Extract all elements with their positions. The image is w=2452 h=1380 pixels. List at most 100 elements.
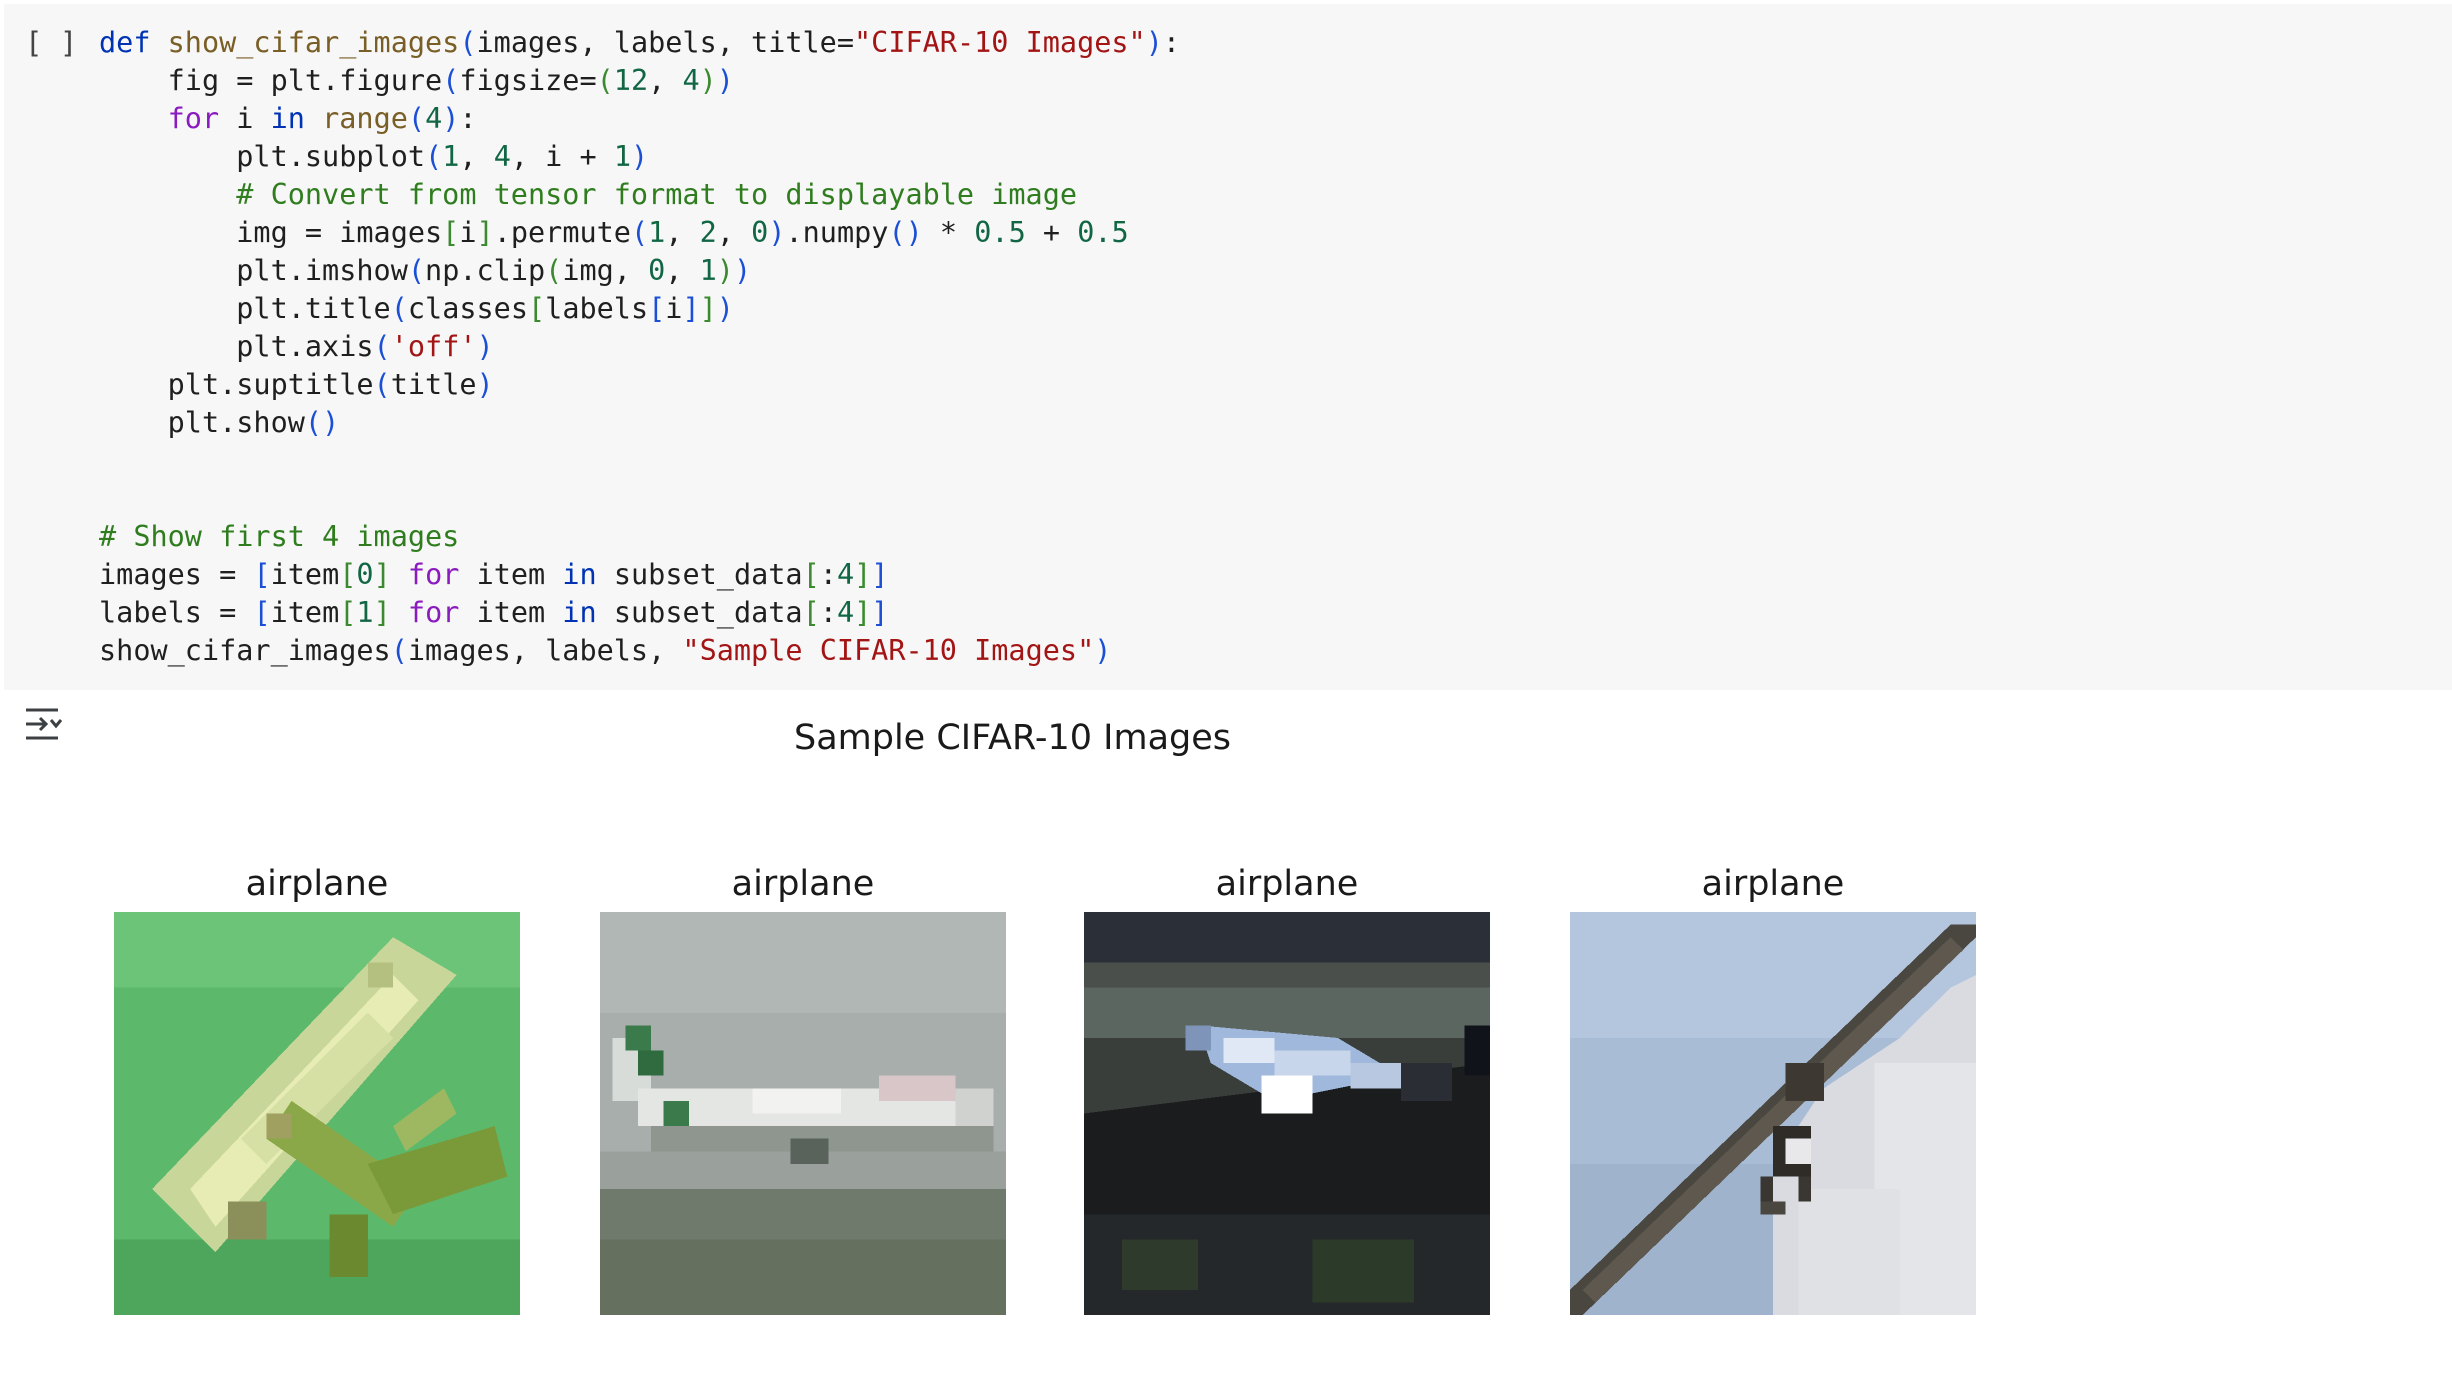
code-token: 0: [648, 254, 666, 287]
code-token: show_cifar_images: [167, 26, 460, 59]
code-token: [: [442, 216, 460, 249]
code-token: labels: [545, 292, 649, 325]
code-token: 'off': [390, 330, 477, 363]
code-token: .permute: [493, 216, 631, 249]
image-panel-4: airplane: [1570, 858, 1976, 1315]
code-token: ]: [476, 216, 494, 249]
code-token: [: [253, 558, 271, 591]
code-token: (): [888, 216, 923, 249]
code-token: i: [236, 102, 271, 135]
code-token: ]: [854, 596, 872, 629]
code-token: in: [562, 558, 614, 591]
code-token: ]: [373, 596, 391, 629]
code-token: title: [390, 368, 477, 401]
code-token: plt.show: [99, 406, 305, 439]
panel-title: airplane: [1701, 864, 1845, 904]
code-token: img = images: [99, 216, 443, 249]
code-token: (: [596, 64, 614, 97]
code-token: ): [699, 64, 717, 97]
airplane-thumbnail-1: [114, 912, 520, 1315]
code-token: [: [339, 596, 357, 629]
panel-title: airplane: [1215, 864, 1359, 904]
code-token: [: [339, 558, 357, 591]
code-token: ): [716, 64, 734, 97]
code-token: (): [304, 406, 340, 439]
image-panel-1: airplane: [114, 858, 520, 1315]
code-token: (: [442, 64, 460, 97]
code-token: (: [459, 26, 477, 59]
code-token: for: [390, 596, 477, 629]
run-cell-button[interactable]: [ ]: [25, 26, 77, 60]
code-token: subset_data: [613, 558, 803, 591]
code-token: :: [459, 102, 477, 135]
code-token: (: [425, 140, 443, 173]
code-token: show_cifar_images: [99, 634, 391, 667]
code-token: [: [648, 292, 666, 325]
panel-title: airplane: [731, 864, 875, 904]
code-token: 1: [356, 596, 374, 629]
code-editor[interactable]: def show_cifar_images(images, labels, ti…: [99, 24, 1180, 670]
code-token: ): [716, 254, 734, 287]
code-token: +: [1025, 216, 1078, 249]
code-token: 4: [493, 140, 511, 173]
code-token: 12: [613, 64, 649, 97]
image-panel-2: airplane: [600, 858, 1006, 1315]
code-line: plt.show(): [99, 404, 1180, 442]
code-line: plt.subplot(1, 4, i + 1): [99, 138, 1180, 176]
code-token: (: [373, 368, 391, 401]
code-token: plt.subplot: [99, 140, 426, 173]
airplane-thumbnail-2: [600, 912, 1006, 1315]
code-token: img,: [562, 254, 649, 287]
code-token: def: [99, 26, 168, 59]
code-token: ]: [871, 596, 889, 629]
code-token: labels =: [99, 596, 254, 629]
code-token: plt.title: [99, 292, 391, 325]
code-token: "Sample CIFAR-10 Images": [682, 634, 1095, 667]
code-token: (: [390, 292, 408, 325]
code-line: def show_cifar_images(images, labels, ti…: [99, 24, 1180, 62]
code-token: for: [390, 558, 477, 591]
code-token: i: [459, 216, 477, 249]
code-token: for: [99, 102, 237, 135]
code-token: ): [442, 102, 460, 135]
code-token: ): [733, 254, 752, 287]
code-cell[interactable]: [ ] def show_cifar_images(images, labels…: [4, 4, 2452, 690]
code-token: images, labels,: [407, 634, 683, 667]
code-line: img = images[i].permute(1, 2, 0).numpy()…: [99, 214, 1180, 252]
code-line: plt.axis('off'): [99, 328, 1180, 366]
code-token: 1: [699, 254, 717, 287]
code-token: 0: [751, 216, 769, 249]
code-token: 4: [836, 558, 855, 591]
airplane-thumbnail-4: [1570, 912, 1976, 1315]
code-token: ): [476, 330, 494, 363]
code-token: ]: [373, 558, 391, 591]
code-token: 1: [442, 140, 460, 173]
code-token: subset_data: [613, 596, 803, 629]
code-token: 0: [356, 558, 374, 591]
code-token: # Convert from tensor format to displaya…: [99, 178, 1078, 211]
code-token: plt.suptitle: [99, 368, 374, 401]
code-token: images, labels, title=: [476, 26, 855, 59]
code-token: classes: [407, 292, 528, 325]
code-token: ]: [682, 292, 700, 325]
code-token: plt.axis: [99, 330, 374, 363]
code-token: ): [476, 368, 494, 401]
code-token: 2: [699, 216, 717, 249]
code-line: # Show first 4 images: [99, 518, 1180, 556]
code-line: images = [item[0] for item in subset_dat…: [99, 556, 1180, 594]
code-token: 1: [613, 140, 631, 173]
code-token: ]: [699, 292, 717, 325]
airplane-thumbnail-3: [1084, 912, 1490, 1315]
code-token: plt.imshow: [99, 254, 408, 287]
figure-suptitle: Sample CIFAR-10 Images: [793, 718, 1232, 758]
code-token: # Show first 4 images: [99, 520, 460, 553]
code-token: ): [768, 216, 786, 249]
code-token: [: [527, 292, 546, 325]
code-token: [: [253, 596, 271, 629]
code-line: plt.suptitle(title): [99, 366, 1180, 404]
code-token: (: [390, 634, 408, 667]
code-token: :: [819, 558, 837, 591]
code-token: (: [407, 102, 426, 135]
